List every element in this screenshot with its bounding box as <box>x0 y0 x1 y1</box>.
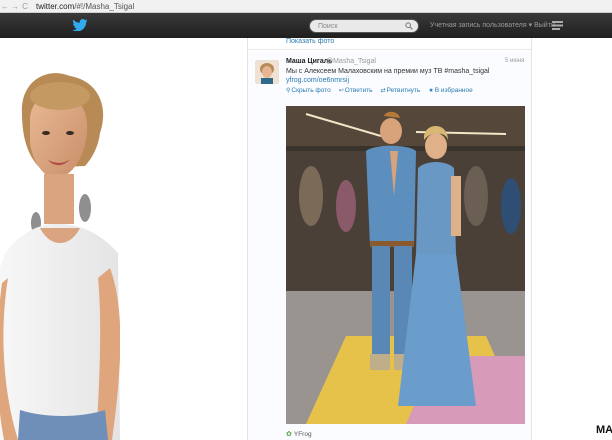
hide-photo-label: Скрыть фото <box>291 87 331 94</box>
tweet-media-link[interactable]: yfrog.com/oe6nmrsij <box>286 77 349 84</box>
compose-icon[interactable] <box>552 21 563 30</box>
retweet-action[interactable]: ⇄ Ретвитнуть <box>381 87 421 94</box>
back-button[interactable]: ← <box>0 2 10 11</box>
hide-photo-action[interactable]: ⚲ Скрыть фото <box>286 87 331 94</box>
right-edge-text: MA <box>596 424 612 436</box>
reply-action[interactable]: ↩ Ответить <box>339 87 373 94</box>
tweet-text: Мы с Алексеем Малаховским на премии муз … <box>286 68 490 75</box>
tweet-actions: ⚲ Скрыть фото ↩ Ответить ⇄ Ретвитнуть ★ В из… <box>286 87 473 94</box>
browser-url-bar: ← → C twitter.com/#!/Masha_Tsigal <box>0 0 612 13</box>
tweet[interactable]: Маша Цигаль @Masha_Tsigal 5 июня Мы с Ал… <box>248 52 531 440</box>
twitter-topbar: Поиск Учетная запись пользователя ▾ Выйт… <box>0 13 612 38</box>
previous-tweet: Показать фото <box>248 38 531 50</box>
favorite-label: В избранное <box>434 87 473 94</box>
avatar-image <box>255 60 279 84</box>
retweet-icon: ⇄ <box>380 88 386 94</box>
tweet-source-label: YFrog <box>293 430 312 438</box>
profile-background-photo <box>0 38 245 440</box>
search-icon[interactable] <box>405 22 413 30</box>
search-input[interactable]: Поиск <box>309 19 419 33</box>
avatar[interactable] <box>255 60 279 84</box>
search-placeholder: Поиск <box>318 23 338 30</box>
tweet-author-handle[interactable]: @Masha_Tsigal <box>326 58 376 65</box>
star-icon: ★ <box>428 88 434 94</box>
tweet-photo[interactable] <box>286 106 525 424</box>
tweet-timestamp[interactable]: 5 июня <box>505 58 524 64</box>
url-host: twitter.com <box>36 1 75 11</box>
reload-button[interactable]: C <box>20 2 30 11</box>
forward-button[interactable]: → <box>10 2 20 11</box>
timeline-column: Показать фото Маша Цигаль @Masha_Tsigal … <box>247 38 532 440</box>
twitter-bird-icon[interactable] <box>72 19 88 31</box>
address-field[interactable]: twitter.com/#!/Masha_Tsigal <box>36 2 134 11</box>
show-photo-link[interactable]: Показать фото <box>286 38 334 45</box>
reply-icon: ↩ <box>338 88 344 94</box>
woman-portrait-illustration <box>0 38 245 440</box>
pin-icon: ⚲ <box>286 88 291 94</box>
url-path: /#!/Masha_Tsigal <box>74 1 135 11</box>
yfrog-icon: ✿ <box>286 431 292 438</box>
reply-label: Ответить <box>344 87 373 94</box>
event-photo-illustration <box>286 106 525 424</box>
tweet-source[interactable]: ✿ YFrog <box>286 430 312 439</box>
account-menu[interactable]: Учетная запись пользователя ▾ Выйти <box>430 21 555 29</box>
favorite-action[interactable]: ★ В избранное <box>428 87 472 94</box>
retweet-label: Ретвитнуть <box>386 87 421 94</box>
right-background <box>532 38 612 440</box>
